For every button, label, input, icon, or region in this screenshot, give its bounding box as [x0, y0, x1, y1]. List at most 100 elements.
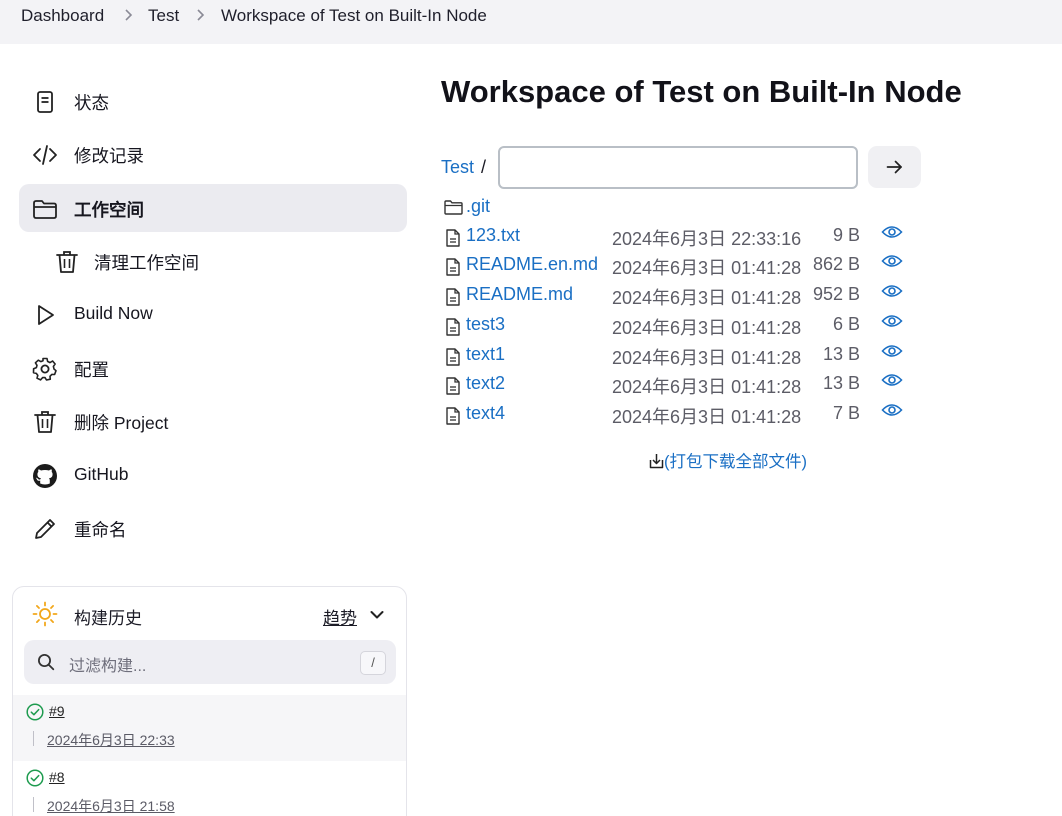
- file-date: 2024年6月3日 01:41:28: [612, 318, 802, 338]
- view-eye-icon[interactable]: [881, 224, 903, 240]
- file-row[interactable]: text2 2024年6月3日 01:41:28 13 B: [441, 371, 921, 399]
- page-title: Workspace of Test on Built-In Node: [441, 74, 962, 109]
- trend-link[interactable]: 趋势: [323, 604, 357, 629]
- sidebar-item-build-now[interactable]: Build Now: [19, 290, 407, 338]
- file-row[interactable]: test3 2024年6月3日 01:41:28 6 B: [441, 312, 921, 340]
- sidebar-item-label: 状态: [74, 93, 109, 113]
- file-size: 9 B: [832, 225, 860, 245]
- sidebar-item-changes[interactable]: 修改记录: [19, 130, 407, 178]
- build-filter-input[interactable]: 过滤构建... /: [24, 640, 396, 684]
- file-name-link[interactable]: 123.txt: [466, 225, 520, 246]
- build-number-link[interactable]: #8: [49, 769, 65, 785]
- file-name-link[interactable]: README.md: [466, 284, 573, 305]
- sidebar-item-label: GitHub: [74, 464, 129, 484]
- build-date-link[interactable]: 2024年6月3日 21:58: [47, 796, 175, 816]
- trash-icon: [34, 411, 56, 433]
- file-date: 2024年6月3日 01:41:28: [612, 288, 802, 308]
- file-date: 2024年6月3日 22:33:16: [612, 229, 802, 249]
- sidebar-item-delete-project[interactable]: 删除 Project: [19, 397, 407, 445]
- folder-icon: [444, 200, 463, 215]
- file-row[interactable]: text1 2024年6月3日 01:41:28 13 B: [441, 342, 921, 370]
- file-date: 2024年6月3日 01:41:28: [612, 348, 802, 368]
- path-root-link[interactable]: Test: [441, 157, 474, 178]
- sidebar-item-label: 清理工作空间: [94, 253, 199, 273]
- file-icon: [446, 377, 460, 395]
- file-row[interactable]: .git: [441, 194, 921, 222]
- download-icon: [649, 454, 664, 469]
- chevron-right-icon: [197, 9, 205, 21]
- timeline-divider: [33, 797, 34, 812]
- sidebar-item-label: 工作空间: [74, 200, 144, 220]
- file-name-link[interactable]: .git: [466, 196, 490, 217]
- search-icon: [38, 654, 55, 671]
- view-eye-icon[interactable]: [881, 283, 903, 299]
- sidebar-item-label: Build Now: [74, 303, 153, 323]
- go-button[interactable]: [868, 146, 921, 188]
- sidebar-item-wipe-workspace[interactable]: 清理工作空间: [19, 237, 407, 285]
- file-icon: [446, 407, 460, 425]
- file-name-link[interactable]: text1: [466, 344, 505, 365]
- build-number-link[interactable]: #9: [49, 703, 65, 719]
- file-name-link[interactable]: text4: [466, 403, 505, 424]
- file-name-link[interactable]: test3: [466, 314, 505, 335]
- breadcrumb: Dashboard Test Workspace of Test on Buil…: [0, 0, 1062, 44]
- breadcrumb-workspace: Workspace of Test on Built-In Node: [221, 6, 487, 25]
- breadcrumb-test[interactable]: Test: [148, 6, 179, 26]
- sidebar-item-workspace[interactable]: 工作空间: [19, 184, 407, 232]
- file-row[interactable]: README.en.md 2024年6月3日 01:41:28 862 B: [441, 252, 921, 280]
- view-eye-icon[interactable]: [881, 343, 903, 359]
- sidebar-item-github[interactable]: GitHub: [19, 451, 407, 499]
- file-size: 862 B: [812, 254, 860, 274]
- download-all-label: (打包下载全部文件): [664, 453, 807, 471]
- file-date: 2024年6月3日 01:41:28: [612, 258, 802, 278]
- download-all-link[interactable]: (打包下载全部文件): [649, 448, 807, 472]
- path-separator: /: [481, 157, 487, 177]
- view-eye-icon[interactable]: [881, 313, 903, 329]
- file-icon: [446, 229, 460, 247]
- view-eye-icon[interactable]: [881, 402, 903, 418]
- breadcrumb-dashboard[interactable]: Dashboard: [21, 6, 104, 26]
- file-icon: [446, 318, 460, 336]
- sidebar-item-status[interactable]: 状态: [19, 77, 407, 125]
- sidebar-item-rename[interactable]: 重命名: [19, 504, 407, 552]
- sidebar-item-label: 修改记录: [74, 146, 144, 166]
- file-icon: [446, 258, 460, 276]
- file-row[interactable]: README.md 2024年6月3日 01:41:28 952 B: [441, 282, 921, 310]
- file-size: 952 B: [812, 284, 860, 304]
- build-row[interactable]: #8 2024年6月3日 21:58: [13, 761, 406, 816]
- timeline-divider: [33, 731, 34, 746]
- keyboard-shortcut-hint: /: [360, 651, 386, 675]
- sidebar-item-label: 重命名: [74, 520, 127, 540]
- sun-icon: [32, 601, 58, 627]
- sidebar-item-label: 删除 Project: [74, 413, 169, 433]
- view-eye-icon[interactable]: [881, 253, 903, 269]
- file-name-link[interactable]: README.en.md: [466, 254, 598, 275]
- success-check-icon: [26, 769, 44, 787]
- chevron-down-icon[interactable]: [369, 607, 385, 623]
- file-row[interactable]: 123.txt 2024年6月3日 22:33:16 9 B: [441, 223, 921, 251]
- file-size: 13 B: [822, 344, 860, 364]
- sidebar-item-label: 配置: [74, 360, 109, 380]
- file-row[interactable]: text4 2024年6月3日 01:41:28 7 B: [441, 401, 921, 429]
- file-date: 2024年6月3日 01:41:28: [612, 377, 802, 397]
- sidebar-item-configure[interactable]: 配置: [19, 344, 407, 392]
- file-date: 2024年6月3日 01:41:28: [612, 407, 802, 427]
- folder-icon: [33, 200, 57, 219]
- arrow-right-icon: [886, 160, 902, 174]
- path-input[interactable]: [498, 146, 858, 189]
- code-icon: [33, 145, 57, 165]
- build-history-panel: 构建历史 趋势 过滤构建... / #9 2024年6月3日 22:33 #8 …: [12, 586, 407, 816]
- view-eye-icon[interactable]: [881, 372, 903, 388]
- success-check-icon: [26, 703, 44, 721]
- status-document-icon: [37, 91, 53, 113]
- github-icon: [33, 464, 57, 488]
- file-icon: [446, 288, 460, 306]
- build-history-title: 构建历史: [74, 609, 142, 628]
- file-size: 13 B: [822, 373, 860, 393]
- chevron-right-icon: [125, 9, 133, 21]
- gear-icon: [32, 357, 57, 381]
- file-name-link[interactable]: text2: [466, 373, 505, 394]
- build-filter-placeholder: 过滤构建...: [69, 658, 147, 675]
- build-date-link[interactable]: 2024年6月3日 22:33: [47, 730, 175, 750]
- build-row[interactable]: #9 2024年6月3日 22:33: [13, 695, 406, 761]
